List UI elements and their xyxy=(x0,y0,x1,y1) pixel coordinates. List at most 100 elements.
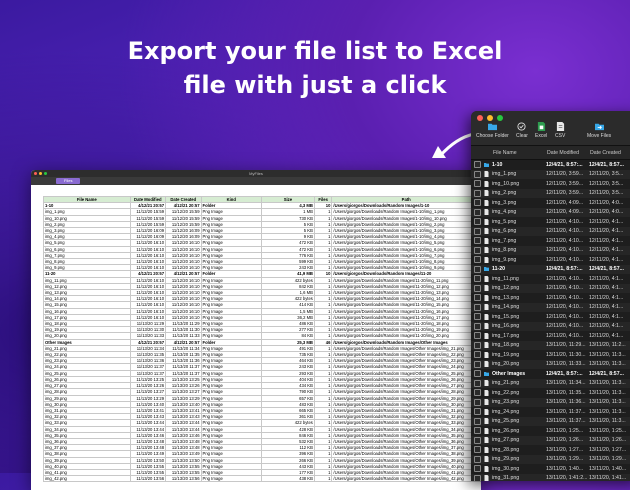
zoom-icon[interactable] xyxy=(44,172,47,175)
checkbox[interactable] xyxy=(474,180,481,188)
spreadsheet-header-cell[interactable]: Date Modified xyxy=(129,195,167,204)
spreadsheet-cell[interactable]: /Users/giorgos/Downloads/Random Images/O… xyxy=(331,437,481,446)
list-item[interactable]: img_19.png 13/11/20, 11:30... 13/11/20, 11… xyxy=(471,350,630,360)
spreadsheet-cell[interactable]: /Users/giorgos/Downloads/Random Images/O… xyxy=(331,462,481,470)
checkbox[interactable] xyxy=(474,313,481,321)
list-item[interactable]: img_2.png 12/11/20, 3:59... 12/11/20, 3:5.… xyxy=(471,188,630,198)
list-item[interactable]: img_4.png 12/11/20, 4:09... 12/11/20, 4:0.… xyxy=(471,207,630,217)
clear-button[interactable]: Clear xyxy=(516,122,528,139)
list-item[interactable]: 1-10 12/4/21, 8:57:... 12/4/21, 8:57... xyxy=(471,160,630,170)
spreadsheet-cell[interactable]: /Users/giorgos/Downloads/Random Images/O… xyxy=(331,400,481,408)
checkbox[interactable] xyxy=(474,417,481,425)
spreadsheet-cell[interactable]: 438 KB xyxy=(260,475,315,483)
excel-button[interactable]: Excel xyxy=(535,122,547,139)
list-item[interactable]: img_15.png 12/11/20, 4:10... 12/11/20, 4:1… xyxy=(471,312,630,322)
list-item[interactable]: img_5.png 12/11/20, 4:10... 12/11/20, 4:1.… xyxy=(471,217,630,227)
sheet-tab[interactable]: Files xyxy=(56,178,81,184)
list-item[interactable]: img_31.png 13/11/20, 1:41:2... 13/11/20, 1… xyxy=(471,473,630,481)
choose-folder-button[interactable]: Choose Folder xyxy=(476,122,509,139)
checkbox[interactable] xyxy=(474,170,481,178)
checkbox[interactable] xyxy=(474,465,481,473)
spreadsheet-cell[interactable]: 11/13/20 13:56 xyxy=(129,475,167,483)
spreadsheet[interactable]: File Name Date Modified Date Created Kind Si… xyxy=(43,195,481,490)
checkbox[interactable] xyxy=(474,237,481,245)
spreadsheet-cell[interactable]: /Users/giorgos/Downloads/Random Images/O… xyxy=(331,419,481,427)
spreadsheet-cell[interactable]: /Users/giorgos/Downloads/Random Images/O… xyxy=(331,375,481,384)
checkbox[interactable] xyxy=(474,455,481,463)
checkbox[interactable] xyxy=(474,256,481,264)
checkbox[interactable] xyxy=(474,189,481,197)
list-item[interactable]: img_8.png 12/11/20, 4:10... 12/11/20, 4:1.… xyxy=(471,245,630,255)
list-item[interactable]: img_10.png 12/11/20, 3:59... 12/11/20, 3:5… xyxy=(471,179,630,189)
spreadsheet-header-cell[interactable]: Date Created xyxy=(165,195,202,204)
checkbox[interactable] xyxy=(474,446,481,454)
spreadsheet-cell[interactable]: /Users/giorgos/Downloads/Random Images/O… xyxy=(331,425,481,433)
list-item[interactable]: img_25.png 13/11/20, 11:37... 13/11/20, 11… xyxy=(471,416,630,426)
list-item[interactable]: img_22.png 13/11/20, 11:35... 13/11/20, 11… xyxy=(471,388,630,398)
checkbox[interactable] xyxy=(474,351,481,359)
list-item[interactable]: img_29.png 13/11/20, 1:29... 13/11/20, 1:2… xyxy=(471,454,630,464)
list-item[interactable]: img_11.png 12/11/20, 4:10... 12/11/20, 4:1… xyxy=(471,274,630,284)
list-item[interactable]: img_24.png 13/11/20, 11:37... 13/11/20, 11… xyxy=(471,407,630,417)
list-item[interactable]: 11-20 12/4/21, 8:57:... 12/4/21, 8:57... xyxy=(471,264,630,274)
list-item[interactable]: img_1.png 12/11/20, 3:59... 12/11/20, 3:5.… xyxy=(471,169,630,179)
checkbox[interactable] xyxy=(474,322,481,330)
spreadsheet-cell[interactable]: /Users/giorgos/Downloads/Random Images/O… xyxy=(331,357,481,365)
checkbox[interactable] xyxy=(474,161,481,169)
list-item[interactable]: img_12.png 12/11/20, 4:10... 12/11/20, 4:1… xyxy=(471,283,630,293)
checkbox[interactable] xyxy=(474,208,481,216)
checkbox[interactable] xyxy=(474,303,481,311)
move-files-button[interactable]: Move Files xyxy=(587,122,611,139)
list-item[interactable]: img_20.png 13/11/20, 11:33... 13/11/20, 11… xyxy=(471,359,630,369)
checkbox[interactable] xyxy=(474,265,481,273)
checkbox[interactable] xyxy=(474,427,481,435)
checkbox[interactable] xyxy=(474,360,481,368)
spreadsheet-cell[interactable]: /Users/giorgos/Downloads/Random Images/O… xyxy=(331,344,481,353)
spreadsheet-cell[interactable]: /Users/giorgos/Downloads/Random Images/O… xyxy=(331,431,481,439)
zoom-icon[interactable] xyxy=(497,115,503,121)
checkbox[interactable] xyxy=(474,332,481,340)
checkbox[interactable] xyxy=(474,275,481,283)
close-icon[interactable] xyxy=(34,172,37,175)
spreadsheet-cell[interactable]: 11/13/20 13:56 xyxy=(165,475,202,483)
spreadsheet-cell[interactable]: /Users/giorgos/Downloads/Random Images/O… xyxy=(331,456,481,464)
checkbox[interactable] xyxy=(474,389,481,397)
checkbox[interactable] xyxy=(474,370,481,378)
spreadsheet-cell[interactable]: img_42.png xyxy=(43,475,131,483)
spreadsheet-cell[interactable]: /Users/giorgos/Downloads/Random Images/O… xyxy=(331,369,481,377)
list-item[interactable]: img_18.png 13/11/20, 11:29... 13/11/20, 11… xyxy=(471,340,630,350)
list-item[interactable]: img_23.png 13/11/20, 11:36... 13/11/20, 11… xyxy=(471,397,630,407)
spreadsheet-cell[interactable]: /Users/giorgos/Downloads/Random Images/O… xyxy=(331,394,481,402)
column-header-file-name[interactable]: File Name xyxy=(493,150,547,156)
checkbox[interactable] xyxy=(474,408,481,416)
checkbox[interactable] xyxy=(474,246,481,254)
checkbox[interactable] xyxy=(474,379,481,387)
list-item[interactable]: img_13.png 12/11/20, 4:10... 12/11/20, 4:1… xyxy=(471,293,630,303)
checkbox[interactable] xyxy=(474,294,481,302)
checkbox[interactable] xyxy=(474,398,481,406)
spreadsheet-cell[interactable]: /Users/giorgos/Downloads/Random Images/O… xyxy=(331,450,481,458)
minimize-icon[interactable] xyxy=(39,172,42,175)
spreadsheet-cell[interactable]: /Users/giorgos/Downloads/Random Images/O… xyxy=(331,351,481,359)
checkbox[interactable] xyxy=(474,227,481,235)
checkbox[interactable] xyxy=(474,341,481,349)
list-item[interactable]: img_9.png 12/11/20, 4:10... 12/11/20, 4:1.… xyxy=(471,255,630,265)
list-item[interactable]: img_26.png 13/11/20, 1:25... 13/11/20, 1:2… xyxy=(471,426,630,436)
spreadsheet-cell[interactable]: /Users/giorgos/Downloads/Random Images/O… xyxy=(331,444,481,452)
checkbox[interactable] xyxy=(474,284,481,292)
spreadsheet-cell[interactable]: /Users/giorgos/Downloads/Random Images/O… xyxy=(331,382,481,390)
list-item[interactable]: img_6.png 12/11/20, 4:10... 12/11/20, 4:1.… xyxy=(471,226,630,236)
spreadsheet-cell[interactable]: /Users/giorgos/Downloads/Random Images/O… xyxy=(331,363,481,371)
list-item[interactable]: img_14.png 12/11/20, 4:10... 12/11/20, 4:1… xyxy=(471,302,630,312)
column-header-date-created[interactable]: Date Created xyxy=(590,150,630,156)
spreadsheet-cell[interactable]: /Users/giorgos/Downloads/Random Images/O… xyxy=(331,413,481,421)
spreadsheet-cell[interactable]: 1 xyxy=(313,475,333,483)
checkbox[interactable] xyxy=(474,199,481,207)
checkbox[interactable] xyxy=(474,474,481,481)
list-item[interactable]: img_7.png 12/11/20, 4:10... 12/11/20, 4:1.… xyxy=(471,236,630,246)
spreadsheet-cell[interactable]: /Users/giorgos/Downloads/Random Images/O… xyxy=(331,406,481,415)
close-icon[interactable] xyxy=(477,115,483,121)
list-item[interactable]: Other Images 12/4/21, 8:57:... 12/4/21, 8:… xyxy=(471,369,630,379)
list-item[interactable]: img_3.png 12/11/20, 4:09... 12/11/20, 4:0.… xyxy=(471,198,630,208)
list-item[interactable]: img_27.png 13/11/20, 1:26... 13/11/20, 1:2… xyxy=(471,435,630,445)
